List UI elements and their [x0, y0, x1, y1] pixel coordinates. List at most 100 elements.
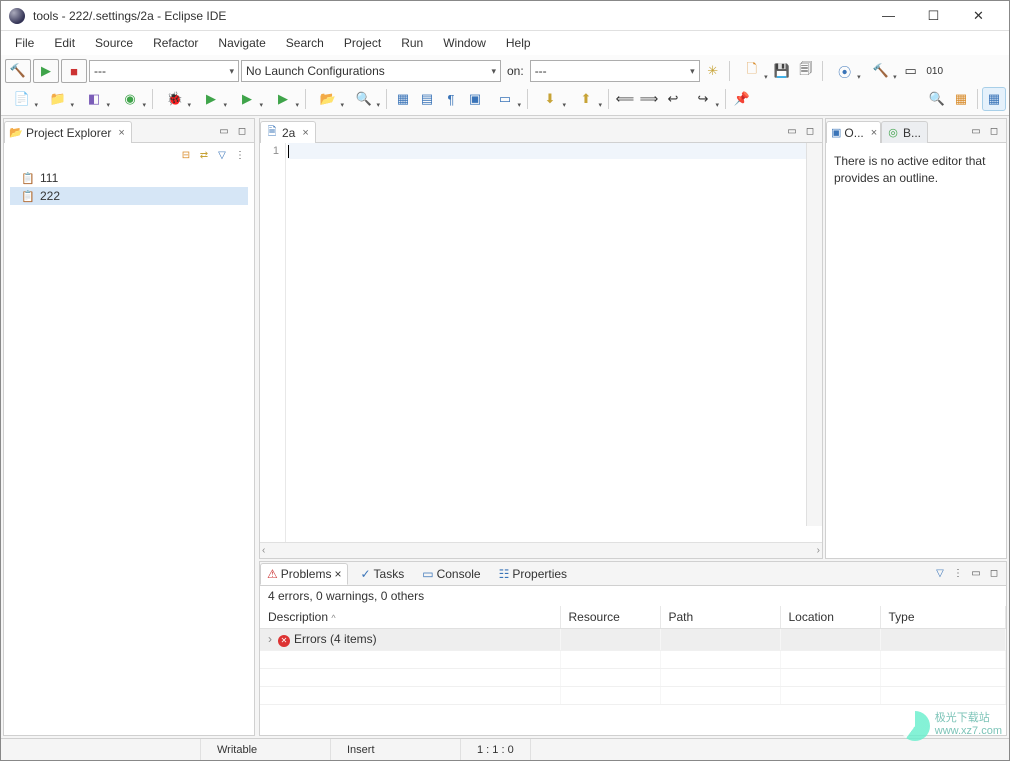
open-type-button[interactable]: ⦿▾ — [828, 60, 862, 82]
tree-item[interactable]: 📋 111 — [10, 169, 248, 187]
tab-console[interactable]: ▭ Console — [416, 563, 486, 585]
minimize-button[interactable]: — — [866, 2, 911, 30]
status-insert: Insert — [331, 739, 461, 760]
tab-properties[interactable]: ☷ Properties — [493, 563, 573, 585]
toggle-block-button[interactable]: ▤ — [416, 88, 438, 110]
minimize-view-icon[interactable]: ▭ — [784, 123, 800, 139]
maximize-button[interactable]: ☐ — [911, 2, 956, 30]
show-whitespace-button[interactable]: ¶ — [440, 88, 462, 110]
nav-back-button[interactable]: ⟸ — [614, 88, 636, 110]
minimize-view-icon[interactable]: ▭ — [216, 123, 232, 139]
console-icon: ▭ — [422, 567, 433, 581]
stop-button[interactable]: ■ — [61, 59, 87, 83]
close-button[interactable]: ✕ — [956, 2, 1001, 30]
minimize-view-icon[interactable]: ▭ — [968, 123, 984, 139]
close-icon[interactable]: × — [302, 127, 308, 139]
new-package-button[interactable]: ◉▾ — [113, 88, 147, 110]
annotation-prev-button[interactable]: ⬆▾ — [569, 88, 603, 110]
new-button[interactable]: 🗋▾ — [735, 60, 769, 82]
nav-forward-button[interactable]: ⟹ — [638, 88, 660, 110]
run-app-button[interactable]: ▶▾ — [194, 88, 228, 110]
filter-icon[interactable]: ▽ — [932, 566, 948, 582]
save-all-button[interactable]: 🗐 — [795, 60, 817, 82]
outline-tab[interactable]: ▣ O... × — [826, 121, 881, 143]
debug-button[interactable]: 🐞▾ — [158, 88, 192, 110]
tab-problems[interactable]: ⚠ Problems × — [260, 563, 348, 585]
tab-tasks[interactable]: ✓ Tasks — [354, 563, 410, 585]
project-explorer-tab[interactable]: 📂 Project Explorer × — [4, 121, 132, 143]
nav-last-edit-button[interactable]: ↩ — [662, 88, 684, 110]
watermark-logo — [900, 711, 930, 741]
maximize-view-icon[interactable]: ◻ — [802, 123, 818, 139]
minimize-view-icon[interactable]: ▭ — [968, 566, 984, 582]
expand-icon[interactable]: › — [268, 632, 272, 646]
separator — [822, 61, 823, 81]
collapse-all-icon[interactable]: ⊟ — [178, 147, 194, 163]
close-icon[interactable]: × — [118, 127, 124, 139]
menu-file[interactable]: File — [5, 33, 44, 53]
build-button[interactable]: 🔨 — [5, 59, 31, 83]
target-combo[interactable]: ---▾ — [530, 60, 700, 82]
window-title: tools - 222/.settings/2a - Eclipse IDE — [33, 9, 866, 23]
build-tab[interactable]: ◎ B... — [881, 121, 928, 143]
table-row — [260, 668, 1006, 686]
show-ruler-button[interactable]: ▣ — [464, 88, 486, 110]
run-last-button[interactable]: ▶▾ — [266, 88, 300, 110]
menu-search[interactable]: Search — [276, 33, 334, 53]
toggle-button[interactable]: ▭ — [900, 60, 922, 82]
coverage-button[interactable]: ▶▾ — [230, 88, 264, 110]
vertical-scrollbar[interactable] — [806, 143, 822, 526]
open-perspective-button[interactable]: ▦ — [950, 88, 972, 110]
new-folder-button[interactable]: 📁▾ — [41, 88, 75, 110]
tree-item[interactable]: 📋 222 — [10, 187, 248, 205]
menu-run[interactable]: Run — [391, 33, 433, 53]
link-editor-icon[interactable]: ⇄ — [196, 147, 212, 163]
col-description[interactable]: Description ^ — [260, 606, 560, 629]
menu-refactor[interactable]: Refactor — [143, 33, 208, 53]
col-type[interactable]: Type — [880, 606, 1006, 629]
col-path[interactable]: Path — [660, 606, 780, 629]
build-dropdown[interactable]: 🔨▾ — [864, 60, 898, 82]
open-task-button[interactable]: 📂▾ — [311, 88, 345, 110]
java-perspective-button[interactable]: ▦ — [983, 88, 1005, 110]
toggle-wrap-button[interactable]: ▭▾ — [488, 88, 522, 110]
editor-tab[interactable]: 🗎 2a × — [260, 121, 316, 143]
toggle-mark-button[interactable]: ▦ — [392, 88, 414, 110]
annotation-next-button[interactable]: ⬇▾ — [533, 88, 567, 110]
new-wizard-button[interactable]: 📄▾ — [5, 88, 39, 110]
run-button[interactable]: ▶ — [33, 59, 59, 83]
search-icon[interactable]: 🔍 — [926, 88, 948, 110]
menu-navigate[interactable]: Navigate — [208, 33, 275, 53]
status-bar: Writable Insert 1 : 1 : 0 — [1, 738, 1009, 760]
menu-window[interactable]: Window — [433, 33, 496, 53]
horizontal-scrollbar[interactable]: ‹› — [260, 542, 822, 558]
menu-project[interactable]: Project — [334, 33, 391, 53]
outline-view: ▣ O... × ◎ B... ▭ ◻ There is no active e… — [825, 118, 1007, 559]
filter-icon[interactable]: ▽ — [214, 147, 230, 163]
close-icon[interactable]: × — [334, 567, 341, 581]
new-class-button[interactable]: ◧▾ — [77, 88, 111, 110]
nav-history-button[interactable]: ↪▾ — [686, 88, 720, 110]
settings-gear-icon[interactable]: ✳ — [702, 60, 724, 82]
col-location[interactable]: Location — [780, 606, 880, 629]
maximize-view-icon[interactable]: ◻ — [986, 566, 1002, 582]
menu-source[interactable]: Source — [85, 33, 143, 53]
pin-editor-button[interactable]: 📌 — [731, 88, 753, 110]
view-menu-icon[interactable]: ⋮ — [232, 147, 248, 163]
menu-edit[interactable]: Edit — [44, 33, 85, 53]
project-combo[interactable]: ---▾ — [89, 60, 239, 82]
menu-help[interactable]: Help — [496, 33, 541, 53]
view-menu-icon[interactable]: ⋮ — [950, 566, 966, 582]
project-tree: 📋 111 📋 222 — [4, 167, 254, 207]
table-row[interactable]: ›✕Errors (4 items) — [260, 629, 1006, 651]
pin-button[interactable]: 010 — [924, 60, 946, 82]
editor-line[interactable] — [288, 143, 820, 159]
editor-area[interactable]: 1 — [260, 143, 822, 542]
close-icon[interactable]: × — [871, 127, 877, 139]
save-button[interactable]: 💾 — [771, 60, 793, 82]
search-dropdown[interactable]: 🔍▾ — [347, 88, 381, 110]
col-resource[interactable]: Resource — [560, 606, 660, 629]
maximize-view-icon[interactable]: ◻ — [986, 123, 1002, 139]
launch-config-combo[interactable]: No Launch Configurations▾ — [241, 60, 501, 82]
maximize-view-icon[interactable]: ◻ — [234, 123, 250, 139]
